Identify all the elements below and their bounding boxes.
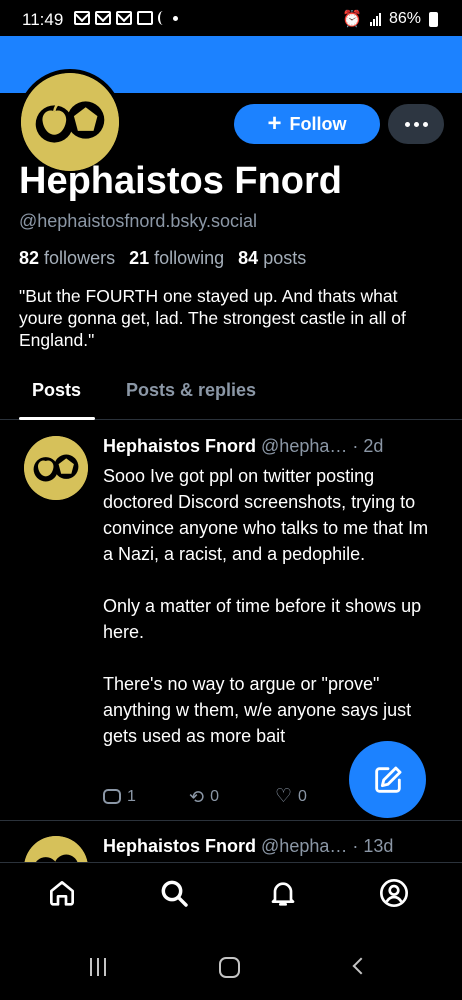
followers-stat[interactable]: 82 followers	[19, 248, 115, 269]
follow-button[interactable]: + Follow	[234, 104, 380, 144]
post-handle[interactable]: @hepha…	[261, 436, 347, 456]
post-handle[interactable]: @hepha…	[261, 836, 347, 856]
system-home-button[interactable]	[219, 957, 240, 978]
nav-home[interactable]	[46, 877, 78, 909]
profile-stats: 82 followers 21 following 84 posts	[19, 248, 306, 269]
status-time: 11:49	[22, 10, 64, 29]
home-icon	[50, 881, 74, 906]
mail-icon	[74, 11, 90, 25]
post-avatar[interactable]	[24, 836, 88, 862]
bottom-navigation	[0, 862, 462, 924]
post-actions: 1 ⟲ 0 ♡ 0	[103, 787, 361, 806]
signal-icon	[369, 12, 381, 26]
post-paragraph: There's no way to argue or "prove" anyth…	[103, 674, 412, 746]
tab-posts[interactable]: Posts	[32, 380, 81, 401]
repost-icon: ⟲	[189, 786, 205, 807]
post-header: Hephaistos Fnord @hepha… · 2d	[103, 436, 383, 457]
post-avatar[interactable]	[24, 436, 88, 500]
following-stat[interactable]: 21 following	[129, 248, 224, 269]
plus-icon: +	[267, 110, 282, 137]
like-count: 0	[298, 787, 307, 805]
posts-stat: 84 posts	[238, 248, 307, 268]
alarm-icon: ⏰	[342, 11, 362, 28]
status-bar: 11:49 ⏰ 86%	[0, 0, 462, 36]
repost-button[interactable]: ⟲ 0	[189, 787, 275, 806]
apple-pentagon-logo-icon	[21, 73, 119, 171]
compose-button[interactable]	[349, 741, 426, 818]
profile-bio: "But the FOURTH one stayed up. And thats…	[19, 286, 406, 350]
battery-percent: 86%	[388, 10, 421, 27]
apple-pentagon-logo-icon	[24, 836, 88, 862]
notification-icons	[74, 11, 178, 25]
system-indicators: ⏰ 86%	[342, 9, 438, 29]
heart-icon: ♡	[275, 786, 293, 807]
nav-notifications[interactable]	[267, 877, 299, 909]
mail-icon	[116, 11, 132, 25]
profile-icon	[380, 879, 408, 907]
mail-icon	[95, 11, 111, 25]
post-paragraph: Only a matter of time before it shows up…	[103, 596, 422, 642]
active-tab-indicator	[19, 417, 95, 420]
reply-count: 1	[127, 787, 136, 805]
system-navigation-bar	[0, 924, 462, 1000]
profile-tabs: Posts Posts & replies	[0, 366, 462, 420]
post-header: Hephaistos Fnord @hepha… · 13d	[103, 836, 393, 857]
post-author[interactable]: Hephaistos Fnord	[103, 836, 256, 856]
post-timestamp: · 2d	[352, 436, 384, 456]
battery-icon	[429, 11, 438, 27]
post-text: Sooo Ive got ppl on twitter posting doct…	[103, 463, 443, 775]
bell-icon	[271, 882, 295, 906]
recents-button[interactable]	[90, 958, 106, 976]
dot-icon	[173, 15, 178, 21]
ellipsis-icon	[404, 121, 410, 127]
more-options-button[interactable]	[388, 104, 444, 144]
nav-profile[interactable]	[378, 877, 410, 909]
back-button[interactable]	[352, 957, 370, 975]
reply-icon	[103, 789, 121, 804]
post-paragraph: Sooo Ive got ppl on twitter posting doct…	[103, 466, 429, 564]
search-icon	[161, 880, 188, 907]
image-icon	[137, 11, 153, 25]
like-button[interactable]: ♡ 0	[275, 787, 361, 806]
feed-post[interactable]: Hephaistos Fnord @hepha… · 13d	[0, 822, 462, 862]
nav-search[interactable]	[158, 877, 190, 909]
compose-icon	[374, 766, 401, 793]
follow-label: Follow	[289, 113, 347, 134]
reply-button[interactable]: 1	[103, 787, 189, 806]
profile-display-name: Hephaistos Fnord	[19, 160, 343, 202]
profile-handle: @hephaistosfnord.bsky.social	[19, 211, 258, 231]
post-author[interactable]: Hephaistos Fnord	[103, 436, 256, 456]
moon-icon	[158, 11, 168, 25]
apple-pentagon-logo-icon	[24, 436, 88, 500]
tab-posts-and-replies[interactable]: Posts & replies	[126, 380, 256, 401]
repost-count: 0	[210, 787, 219, 805]
post-timestamp: · 13d	[352, 836, 394, 856]
